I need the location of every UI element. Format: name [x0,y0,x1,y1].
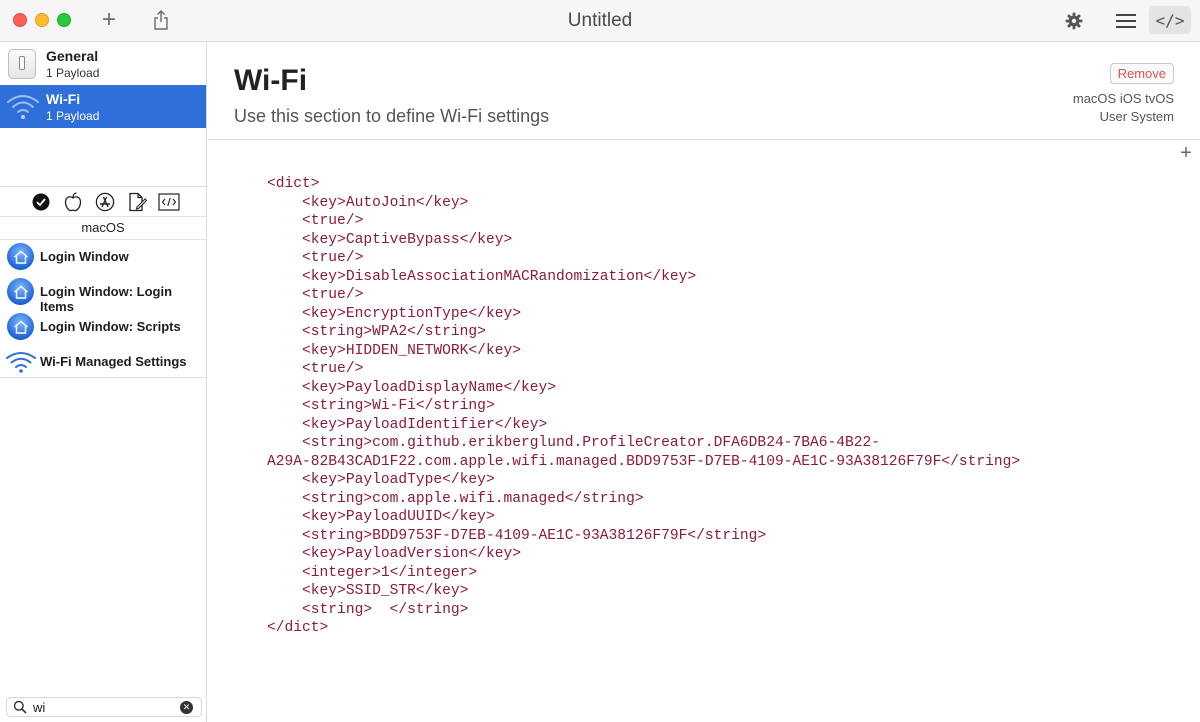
divider [0,186,206,187]
code-line: <key>PayloadIdentifier</key> [267,416,548,433]
filter-button-code[interactable] [158,191,180,213]
home-icon [7,243,34,270]
code-icon [158,193,180,211]
code-line: <key>PayloadUUID</key> [267,509,495,525]
gear-icon [1065,12,1083,30]
document-edit-icon [129,192,147,212]
filter-button-apple[interactable] [62,191,84,213]
payload-name: General [46,48,99,64]
window-title: Untitled [567,10,633,31]
library-item-label: Login Window: Scripts [40,319,181,334]
search-field[interactable]: ✕ [6,697,202,717]
payload-name: Wi-Fi [46,91,81,107]
code-line: <true/> [267,287,364,303]
divider [0,216,206,217]
payload-header: Wi-Fi Use this section to define Wi-Fi s… [208,42,1200,140]
filter-button-app-store[interactable] [94,191,116,213]
platform-label: macOS [81,220,125,235]
title-bar: + Untitled </> [0,0,1200,42]
library-item-label: Login Window [40,249,129,264]
code-line: <key>CaptiveBypass</key> [267,231,513,248]
code-line: <string>WPA2</string> [267,324,486,340]
menu-button[interactable] [1113,9,1139,33]
home-icon [7,313,34,340]
checkmark-circle-icon [32,193,50,211]
filter-button-enabled[interactable] [30,191,52,213]
library-item-label: Wi-Fi Managed Settings [40,354,187,369]
library-item[interactable]: Login Window: Login Items [0,274,206,314]
xml-code-view[interactable]: <dict> <key>AutoJoin</key> <true/> <key>… [267,175,1020,638]
wifi-icon [7,95,39,119]
code-line: <key>EncryptionType</key> [267,305,521,322]
code-line: <dict> [267,176,320,192]
code-line: <true/> [267,213,364,229]
list-icon [1116,14,1136,28]
sidebar: General 1 Payload Wi-Fi 1 Payload macOS … [0,42,207,722]
wifi-icon [6,352,36,373]
clear-search-icon[interactable]: ✕ [180,701,193,714]
remove-button[interactable]: Remove [1109,63,1174,84]
code-line: <string>BDD9753F-D7EB-4109-AE1C-93A38126… [267,527,767,544]
code-line: <true/> [267,361,364,377]
code-line: <key>HIDDEN_NETWORK</key> [267,342,521,359]
code-view-button[interactable]: </> [1149,6,1191,34]
code-line: <key>SSID_STR</key> [267,583,469,599]
code-line: <key>PayloadDisplayName</key> [267,379,557,396]
page-title: Wi-Fi [234,64,308,97]
library-filter-bar [30,190,180,214]
main-content: Wi-Fi Use this section to define Wi-Fi s… [208,42,1200,722]
search-input[interactable] [33,699,173,715]
add-key-button[interactable]: + [1178,143,1194,163]
filter-button-custom[interactable] [126,191,148,213]
payload-item-general[interactable]: General 1 Payload [0,42,206,85]
app-store-icon [95,192,115,212]
code-line: <key>PayloadVersion</key> [267,546,521,562]
apple-icon [64,192,82,212]
scope-list: User System [1099,109,1174,124]
code-line: </dict> [267,620,329,636]
switch-icon [8,49,36,79]
code-line: A29A-82B43CAD1F22.com.apple.wifi.managed… [267,453,1021,470]
payload-count: 1 Payload [46,109,100,123]
library-item[interactable]: Login Window [0,239,206,274]
code-line: <string>com.github.erikberglund.ProfileC… [267,435,881,451]
settings-button[interactable] [1062,9,1086,33]
code-line: <key>AutoJoin</key> [267,194,469,211]
payload-count: 1 Payload [46,66,100,80]
platform-list: macOS iOS tvOS [1072,91,1174,106]
code-line: <integer>1</integer> [267,564,478,581]
code-line: <key>PayloadType</key> [267,472,495,488]
code-line: <true/> [267,250,364,266]
code-line: <string>Wi-Fi</string> [267,398,495,414]
code-line: <string> </string> [267,601,469,618]
search-icon [13,700,27,714]
library-item[interactable]: Wi-Fi Managed Settings [0,344,206,379]
home-icon [7,278,34,305]
code-line: <string>com.apple.wifi.managed</string> [267,490,644,507]
divider [0,377,206,378]
code-line: <key>DisableAssociationMACRandomization<… [267,268,697,285]
code-icon: </> [1155,10,1185,30]
payload-item-wifi[interactable]: Wi-Fi 1 Payload [0,85,206,128]
page-description: Use this section to define Wi-Fi setting… [234,106,550,126]
library-item[interactable]: Login Window: Scripts [0,309,206,344]
